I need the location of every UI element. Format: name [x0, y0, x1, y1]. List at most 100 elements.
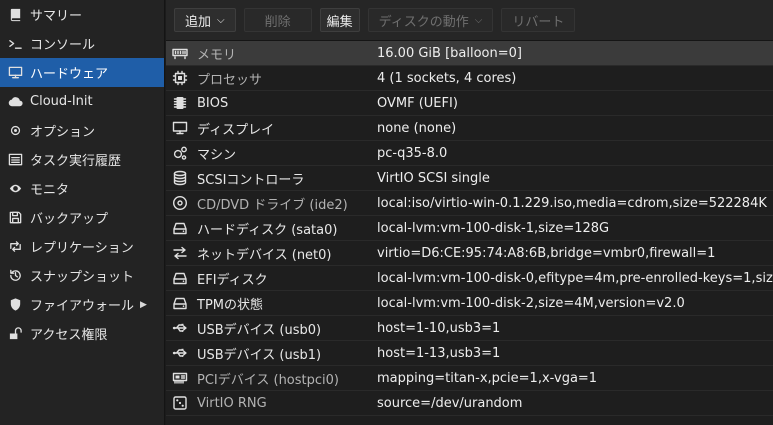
hardware-value: none (none) — [377, 120, 457, 136]
hardware-name-cell: ネットデバイス (net0) — [166, 244, 377, 263]
hardware-value: local:iso/virtio-win-0.1.229.iso,media=c… — [377, 195, 767, 211]
database-icon — [171, 169, 189, 187]
hardware-name: CD/DVD ドライブ (ide2) — [197, 197, 348, 213]
chevron-down-icon: ⌵ — [217, 14, 225, 26]
remove-button[interactable]: 削除 — [243, 8, 312, 32]
cdrom-icon — [171, 194, 189, 212]
add-button-label: 追加 — [185, 14, 212, 30]
hardware-name-cell: マシン — [166, 144, 377, 163]
hardware-name: USBデバイス (usb0) — [197, 322, 322, 338]
hardware-name: ハードディスク (sata0) — [197, 222, 338, 238]
sidebar-item-label: スナップショット — [30, 270, 135, 285]
sidebar-item-monitor-2[interactable]: ハードウェア — [0, 58, 164, 87]
usb-icon — [171, 344, 189, 362]
sidebar-item-list-5[interactable]: タスク実行履歴 — [0, 145, 164, 174]
hardware-value: host=1-13,usb3=1 — [377, 345, 501, 361]
table-row[interactable]: ハードディスク (sata0) local-lvm:vm-100-disk-1,s… — [166, 216, 773, 241]
revert-button[interactable]: リバート — [501, 8, 576, 32]
table-row[interactable]: EFIディスク local-lvm:vm-100-disk-0,efitype=4… — [166, 266, 773, 291]
table-row[interactable]: TPMの状態 local-lvm:vm-100-disk-2,size=4M,ve… — [166, 291, 773, 316]
gear-icon — [6, 122, 24, 140]
hardware-name-cell: USBデバイス (usb1) — [166, 344, 377, 363]
sidebar-item-book-0[interactable]: サマリー — [0, 0, 164, 29]
remove-button-label: 削除 — [264, 14, 291, 30]
hardware-value: pc-q35-8.0 — [377, 145, 448, 161]
sidebar-item-label: ハードウェア — [30, 67, 109, 82]
sidebar-item-label: バックアップ — [30, 212, 109, 227]
hardware-name-cell: BIOS — [166, 94, 377, 112]
table-row[interactable]: BIOS OVMF (UEFI) — [166, 91, 773, 116]
table-row[interactable]: USBデバイス (usb0) host=1-10,usb3=1 — [166, 316, 773, 341]
book-icon — [6, 6, 24, 24]
sidebar-item-unlock-11[interactable]: アクセス権限 — [0, 319, 164, 348]
desktop-icon — [171, 119, 189, 137]
sidebar-item-label: コンソール — [30, 38, 96, 53]
hardware-name: SCSIコントローラ — [197, 172, 305, 188]
hardware-name-cell: VirtIO RNG — [166, 394, 377, 412]
sidebar-item-terminal-1[interactable]: コンソール — [0, 29, 164, 58]
hardware-name-cell: ディスプレイ — [166, 119, 377, 138]
pci-card-icon — [171, 369, 189, 387]
hardware-name: プロセッサ — [197, 72, 263, 88]
hardware-name-cell: プロセッサ — [166, 69, 377, 88]
hardware-name: メモリ — [197, 47, 237, 63]
hdd-icon — [171, 219, 189, 237]
sidebar-item-floppy-7[interactable]: バックアップ — [0, 203, 164, 232]
hardware-name: TPMの状態 — [197, 297, 263, 313]
hardware-name-cell: TPMの状態 — [166, 294, 377, 313]
table-row[interactable]: USBデバイス (usb1) host=1-13,usb3=1 — [166, 341, 773, 366]
retweet-icon — [6, 238, 24, 256]
table-row[interactable]: ネットデバイス (net0) virtio=D6:CE:95:74:A8:6B,b… — [166, 241, 773, 266]
edit-button[interactable]: 編集 — [319, 8, 360, 32]
hardware-table: メモリ 16.00 GiB [balloon=0] プロセッサ 4 (1 socket… — [166, 41, 773, 416]
hardware-name: BIOS — [197, 95, 229, 111]
table-row[interactable]: メモリ 16.00 GiB [balloon=0] — [166, 41, 773, 66]
table-row[interactable]: VirtIO RNG source=/dev/urandom — [166, 391, 773, 416]
toolbar: 追加 ⌵ 削除 編集 ディスクの動作 ⌵ リバート — [166, 0, 773, 41]
exchange-icon — [171, 244, 189, 262]
add-button[interactable]: 追加 ⌵ — [174, 8, 236, 32]
sidebar-item-label: レプリケーション — [30, 241, 134, 256]
table-row[interactable]: SCSIコントローラ VirtIO SCSI single — [166, 166, 773, 191]
table-row[interactable]: PCIデバイス (hostpci0) mapping=titan-x,pcie=1… — [166, 366, 773, 391]
table-row[interactable]: ディスプレイ none (none) — [166, 116, 773, 141]
hardware-name-cell: USBデバイス (usb0) — [166, 319, 377, 338]
sidebar-item-retweet-8[interactable]: レプリケーション — [0, 232, 164, 261]
cogs-icon — [171, 144, 189, 162]
hardware-value: VirtIO SCSI single — [377, 170, 490, 186]
hardware-name-cell: SCSIコントローラ — [166, 169, 377, 188]
edit-button-label: 編集 — [326, 14, 353, 30]
eye-icon — [6, 180, 24, 198]
sidebar-item-gear-4[interactable]: オプション — [0, 116, 164, 145]
sidebar-item-label: サマリー — [30, 9, 83, 24]
sidebar-item-shield-10[interactable]: ファイアウォール ▶ — [0, 290, 164, 319]
hardware-name-cell: ハードディスク (sata0) — [166, 219, 377, 238]
table-row[interactable]: プロセッサ 4 (1 sockets, 4 cores) — [166, 66, 773, 91]
hardware-name-cell: EFIディスク — [166, 269, 377, 288]
disk-action-button[interactable]: ディスクの動作 ⌵ — [367, 8, 494, 32]
memory-icon — [171, 44, 189, 62]
chevron-right-icon: ▶ — [140, 299, 147, 310]
unlock-icon — [6, 325, 24, 343]
hardware-value: local-lvm:vm-100-disk-2,size=4M,version=… — [377, 295, 685, 311]
hdd-icon — [171, 294, 189, 312]
table-row[interactable]: CD/DVD ドライブ (ide2) local:iso/virtio-win-0… — [166, 191, 773, 216]
hardware-value: local-lvm:vm-100-disk-1,size=128G — [377, 220, 610, 236]
hardware-value: virtio=D6:CE:95:74:A8:6B,bridge=vmbr0,fi… — [377, 245, 716, 261]
sidebar-item-history-9[interactable]: スナップショット — [0, 261, 164, 290]
sidebar-item-cloud-3[interactable]: Cloud-Init — [0, 87, 164, 116]
table-row[interactable]: マシン pc-q35-8.0 — [166, 141, 773, 166]
hardware-value: 16.00 GiB [balloon=0] — [377, 45, 522, 61]
hardware-name: ディスプレイ — [197, 122, 275, 138]
shield-icon — [6, 296, 24, 314]
hardware-name-cell: PCIデバイス (hostpci0) — [166, 369, 377, 388]
sidebar-item-label: アクセス権限 — [30, 328, 108, 343]
chevron-down-icon: ⌵ — [474, 14, 483, 26]
hardware-value: 4 (1 sockets, 4 cores) — [377, 70, 517, 86]
sidebar-item-label: ファイアウォール — [30, 299, 135, 314]
hardware-name: VirtIO RNG — [197, 395, 267, 411]
sidebar-item-eye-6[interactable]: モニタ — [0, 174, 164, 203]
hardware-name: マシン — [197, 147, 237, 163]
sidebar-item-label: タスク実行履歴 — [30, 154, 122, 169]
hardware-name-cell: メモリ — [166, 44, 377, 63]
